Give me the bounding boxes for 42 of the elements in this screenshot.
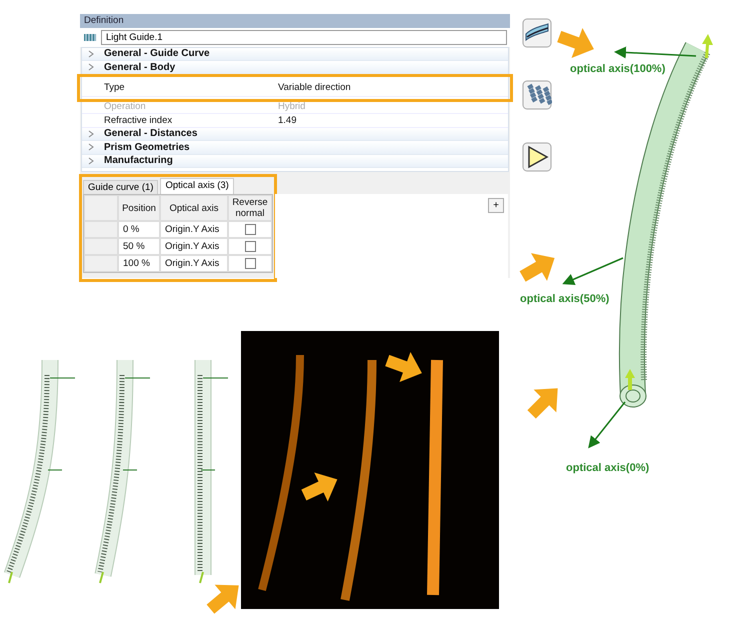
normal-arrow-icon xyxy=(702,34,713,58)
table-cell: Origin.Y Axis xyxy=(160,255,228,272)
column-header: Optical axis xyxy=(160,195,228,221)
name-field[interactable]: Light Guide.1 xyxy=(101,30,507,44)
axis-label: optical axis(0%) xyxy=(566,462,650,474)
checkbox[interactable] xyxy=(244,258,256,269)
tab[interactable]: Optical axis (3) xyxy=(160,178,234,194)
column-header: Reverse normal xyxy=(228,195,272,221)
light-guide-tool-icon[interactable] xyxy=(522,18,552,48)
property-value: 1.49 xyxy=(278,114,298,126)
panel-title: Definition xyxy=(80,14,510,28)
row-header-cell xyxy=(84,195,118,221)
section-header[interactable]: General - Body xyxy=(104,62,176,73)
normal-arrow-icon xyxy=(625,369,635,390)
section-header[interactable]: General - Distances xyxy=(104,128,198,140)
table-cell: 50 % xyxy=(118,238,160,255)
property-label: Operation xyxy=(104,101,147,112)
column-header: Position xyxy=(118,195,160,221)
checkbox[interactable] xyxy=(244,241,256,252)
property-label: Refractive index xyxy=(104,114,174,126)
row-header-cell xyxy=(84,221,118,238)
axis-label: optical axis(100%) xyxy=(570,63,666,75)
table-cell: 0 % xyxy=(118,221,160,238)
prism-pattern-tool-icon[interactable] xyxy=(522,80,552,110)
property-value: Hybrid xyxy=(278,101,306,112)
checkbox[interactable] xyxy=(244,224,256,235)
light-guide-icon xyxy=(83,32,97,42)
table-cell: 100 % xyxy=(118,255,160,272)
row-header-cell xyxy=(84,255,118,272)
table-cell: Origin.Y Axis xyxy=(160,238,228,255)
section-header[interactable]: Prism Geometries xyxy=(104,142,190,153)
axis-arrow xyxy=(562,257,624,285)
property-label: Type xyxy=(104,82,126,92)
add-button[interactable]: + xyxy=(488,198,504,213)
property-value: Variable direction xyxy=(278,82,352,92)
tab[interactable]: Guide curve (1) xyxy=(83,180,158,194)
table-cell: Origin.Y Axis xyxy=(160,221,228,238)
row-header-cell xyxy=(84,238,118,255)
section-header[interactable]: Manufacturing xyxy=(104,155,173,166)
play-icon[interactable] xyxy=(522,142,552,172)
axis-arrow xyxy=(588,402,626,448)
axis-label: optical axis(50%) xyxy=(520,293,610,305)
